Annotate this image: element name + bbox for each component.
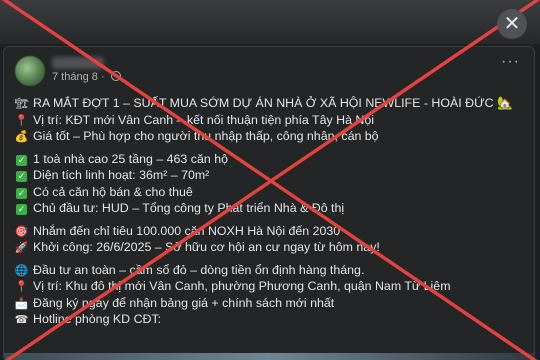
post-line-text: Vị trí: KĐT mới Vân Canh – kết nối thuận… <box>33 112 375 127</box>
audience-globe-icon <box>110 71 121 81</box>
pin-icon: 📍 <box>14 114 29 127</box>
top-bar <box>0 0 540 44</box>
image-preview[interactable] <box>4 353 534 360</box>
post-line-text: Chủ đầu tư: HUD – Tổng công ty Phát triể… <box>33 201 345 215</box>
money-bag-icon: 💰 <box>14 131 29 143</box>
author-name-redacted[interactable] <box>52 57 104 69</box>
post-line: 🎯 Nhắm đến chỉ tiêu 100.000 căn NOXH Hà N… <box>14 223 529 240</box>
post-line: 🌐 Đầu tư an toàn – cầm sổ đỏ – dòng tiền … <box>14 262 529 279</box>
author-avatar[interactable] <box>15 56 45 86</box>
post-line: ✓ 1 toà nhà cao 25 tầng – 463 căn hộ <box>14 151 529 168</box>
post-line-text: Vị trí: Khu đô thị mới Vân Canh, phường … <box>33 279 451 293</box>
close-button[interactable]: ✕ <box>497 9 527 39</box>
post-line: 📍 Vị trí: Khu đô thị mới Vân Canh, phường… <box>14 278 529 295</box>
phone-icon: ☎ <box>14 314 29 326</box>
post-line-text: RA MẮT ĐỢT 1 – SUẤT MUA SỚM DỰ ÁN NHÀ Ở … <box>33 96 513 110</box>
post-line: 💰 Giá tốt – Phù hợp cho người thu nhập th… <box>14 128 529 145</box>
post-line-text: Có cả căn hộ bán & cho thuê <box>33 184 193 199</box>
facebook-post: 7 tháng 8 · ··· 🏗 RA MẮT ĐỢT 1 – SUẤT MUA… <box>3 46 535 360</box>
post-line-text: Khởi công: 26/6/2025 – Sở hữu cơ hội an … <box>33 240 380 254</box>
post-line: 🚀 Khởi công: 26/6/2025 – Sở hữu cơ hội an… <box>14 239 529 256</box>
post-line: 🏗 RA MẮT ĐỢT 1 – SUẤT MUA SỚM DỰ ÁN NHÀ Ở… <box>14 95 529 112</box>
post-line: ✓ Diện tích linh hoạt: 36m² – 70m² <box>14 167 529 184</box>
post-line-text: 1 toà nhà cao 25 tầng – 463 căn hộ <box>33 151 228 166</box>
post-line: 📩 Đăng ký ngay để nhận bảng giá + chính s… <box>14 295 529 312</box>
post-line-text: Hotline phòng KD CĐT: <box>33 312 162 326</box>
check-icon: ✓ <box>16 171 27 182</box>
post-line: ✓ Có cả căn hộ bán & cho thuê <box>14 184 529 201</box>
post-line-text: Đăng ký ngay để nhận bảng giá + chính sá… <box>33 295 335 310</box>
target-icon: 🎯 <box>14 225 29 238</box>
pin-icon: 📍 <box>14 281 29 293</box>
post-line: ✓ Chủ đầu tư: HUD – Tổng công ty Phát tri… <box>14 200 529 217</box>
post-text: 🏗 RA MẮT ĐỢT 1 – SUẤT MUA SỚM DỰ ÁN NHÀ Ở… <box>14 95 529 328</box>
post-line-text: Diện tích linh hoạt: 36m² – 70m² <box>33 168 210 182</box>
post-line: ☎ Hotline phòng KD CĐT: <box>14 311 529 328</box>
post-line-text: Giá tốt – Phù hợp cho người thu nhập thấ… <box>33 129 379 143</box>
post-line: 📍 Vị trí: KĐT mới Vân Canh – kết nối thuậ… <box>14 112 529 129</box>
more-options-button[interactable]: ··· <box>501 53 520 71</box>
post-date[interactable]: 7 tháng 8 <box>52 71 98 83</box>
check-icon: ✓ <box>16 187 27 199</box>
post-line-text: Nhắm đến chỉ tiêu 100.000 căn NOXH Hà Nộ… <box>33 223 341 238</box>
mail-icon: 📩 <box>14 297 29 310</box>
post-meta: 7 tháng 8 · <box>52 71 121 83</box>
check-icon: ✓ <box>16 154 27 166</box>
building-icon: 🏗 <box>14 98 29 110</box>
check-icon: ✓ <box>16 204 27 215</box>
screenshot-stage: 7 tháng 8 · ··· 🏗 RA MẮT ĐỢT 1 – SUẤT MUA… <box>0 0 540 360</box>
post-line-text: Đầu tư an toàn – cầm sổ đỏ – dòng tiền ổ… <box>33 262 365 277</box>
rocket-icon: 🚀 <box>14 242 29 254</box>
globe-icon: 🌐 <box>14 264 29 277</box>
